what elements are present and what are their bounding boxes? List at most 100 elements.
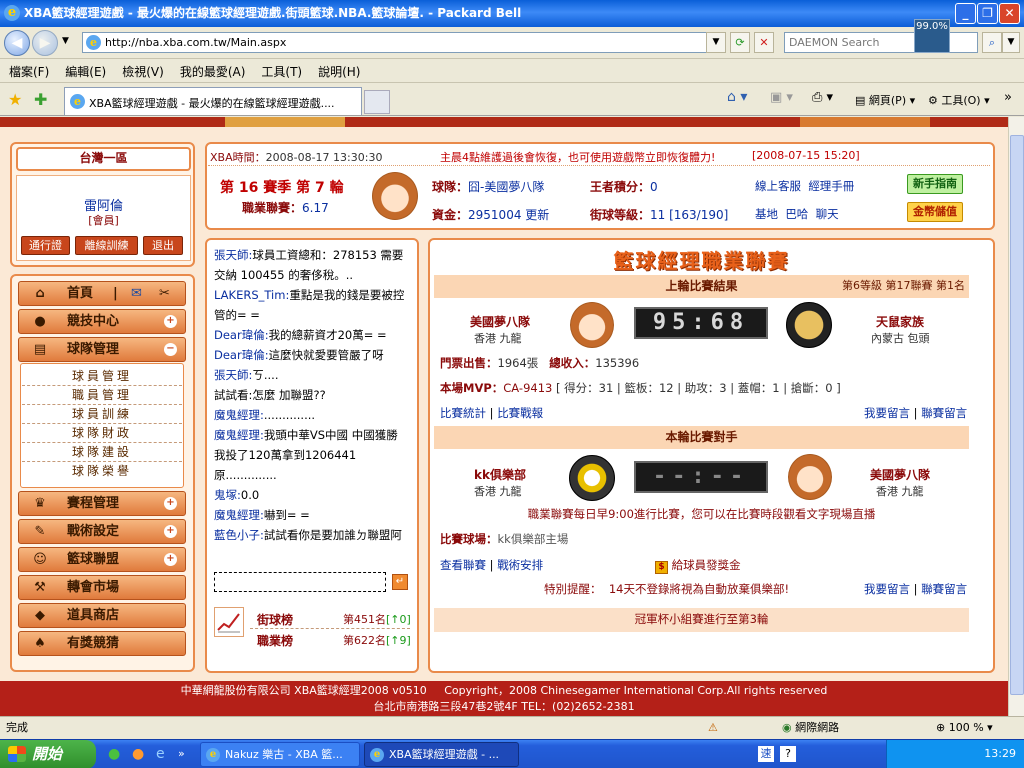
- chat-author[interactable]: 魔鬼經理:: [214, 508, 264, 522]
- nav-transfer[interactable]: ⚒ 轉會市場: [18, 575, 186, 600]
- chat-author[interactable]: 張天師:: [214, 248, 252, 262]
- leave-message-link[interactable]: 我要留言: [864, 406, 910, 420]
- sub-team-build[interactable]: 球隊建設: [22, 443, 182, 462]
- more-icon[interactable]: »: [1004, 90, 1012, 105]
- sub-staff-manage[interactable]: 職員管理: [22, 386, 182, 405]
- print-icon[interactable]: ⎙ ▾: [812, 90, 833, 105]
- menu-help[interactable]: 說明(H): [309, 59, 367, 80]
- refresh-link[interactable]: 更新: [525, 208, 549, 222]
- menu-tools[interactable]: 工具(T): [252, 59, 309, 80]
- minimize-button[interactable]: _: [955, 3, 976, 24]
- match-stats-link[interactable]: 比賽統計: [440, 406, 486, 420]
- nav-league[interactable]: ☺ 籃球聯盟 +: [18, 547, 186, 572]
- away-team[interactable]: 天鼠家族: [876, 313, 924, 330]
- firefox-icon[interactable]: ●: [132, 746, 144, 762]
- logout-button[interactable]: 退出: [143, 236, 183, 255]
- base-link[interactable]: 基地: [755, 207, 778, 221]
- taskbar-item-xba[interactable]: e XBA籃球經理遊戲 - ...: [364, 742, 519, 767]
- sub-team-finance[interactable]: 球隊財政: [22, 424, 182, 443]
- menu-favorites[interactable]: 我的最愛(A): [171, 59, 253, 80]
- help-icon[interactable]: ?: [780, 746, 796, 762]
- chat-author[interactable]: LAKERS_Tim:: [214, 288, 289, 302]
- nav-tactics[interactable]: ✎ 戰術設定 +: [18, 519, 186, 544]
- quicklaunch-icon[interactable]: ●: [108, 746, 120, 762]
- bahamut-link[interactable]: 巴哈: [785, 207, 808, 221]
- view-league-link[interactable]: 查看聯賽: [440, 558, 486, 572]
- add-favorite-icon[interactable]: ✚: [34, 90, 47, 109]
- chat-input[interactable]: [214, 572, 386, 592]
- nav-competition[interactable]: ● 競技中心 +: [18, 309, 186, 334]
- more-quicklaunch-icon[interactable]: »: [178, 747, 185, 760]
- menu-view[interactable]: 檢視(V): [113, 59, 171, 80]
- chat-author[interactable]: 鬼塚:: [214, 488, 241, 502]
- chat-send-icon[interactable]: ↵: [392, 574, 408, 590]
- offline-training-button[interactable]: 離線訓練: [75, 236, 138, 255]
- ie-quicklaunch-icon[interactable]: e: [156, 746, 165, 762]
- page-scrollbar[interactable]: [1008, 117, 1024, 716]
- zoom-control[interactable]: ⊕ 100 % ▾: [936, 717, 993, 739]
- coin-topup-button[interactable]: 金幣儲值: [907, 202, 963, 222]
- tools-menu-button[interactable]: ⚙ 工具(O) ▾: [928, 92, 990, 108]
- chat-author[interactable]: 藍色小子:: [214, 528, 264, 542]
- tactics-link[interactable]: 戰術安排: [497, 558, 543, 572]
- next-away-team[interactable]: 美國夢八隊: [870, 466, 930, 483]
- match-report-link[interactable]: 比賽戰報: [497, 406, 543, 420]
- chat-author[interactable]: 張天師:: [214, 368, 252, 382]
- league-message-link[interactable]: 聯賽留言: [921, 406, 967, 420]
- next-home-team[interactable]: kk俱樂部: [474, 466, 526, 483]
- menu-edit[interactable]: 編輯(E): [56, 59, 113, 80]
- taskbar-item-nakuz[interactable]: e Nakuz 樂古 - XBA 籃...: [200, 742, 360, 767]
- tools-icon[interactable]: ✂: [159, 282, 170, 305]
- street-rank-label[interactable]: 街球榜: [257, 611, 293, 628]
- page-menu-button[interactable]: ▤ 網頁(P) ▾: [855, 92, 915, 108]
- cup-progress[interactable]: 冠軍杯小組賽進行至第3輪: [434, 608, 969, 632]
- address-input[interactable]: e http://nba.xba.com.tw/Main.aspx: [82, 32, 722, 53]
- nav-home[interactable]: ⌂ 首頁 | ✉ ✂: [18, 281, 186, 306]
- home-icon[interactable]: ⌂ ▾: [727, 89, 747, 105]
- search-icon[interactable]: ⌕: [982, 32, 1002, 53]
- nav-prize[interactable]: ♠ 有獎競猜: [18, 631, 186, 656]
- nav-schedule[interactable]: ♛ 賽程管理 +: [18, 491, 186, 516]
- nav-shop[interactable]: ◆ 道具商店: [18, 603, 186, 628]
- league-message-link-2[interactable]: 聯賽留言: [921, 582, 967, 596]
- mail-icon[interactable]: ✉: [131, 282, 142, 305]
- start-button[interactable]: 開始: [0, 740, 96, 768]
- sub-team-honor[interactable]: 球隊榮譽: [22, 462, 182, 481]
- history-dropdown-icon[interactable]: ▼: [62, 36, 69, 46]
- sub-player-manage[interactable]: 球員管理: [22, 367, 182, 386]
- restore-button[interactable]: ❐: [977, 3, 998, 24]
- chat-author[interactable]: Dear瑋倫:: [214, 348, 269, 362]
- new-tab-button[interactable]: [364, 90, 390, 114]
- chat-author[interactable]: 魔鬼經理:: [214, 408, 264, 422]
- address-dropdown-icon[interactable]: ▼: [706, 32, 726, 53]
- chat-link[interactable]: 聊天: [816, 207, 839, 221]
- nav-team[interactable]: ▤ 球隊管理 −: [18, 337, 186, 362]
- forward-button[interactable]: ▶: [32, 30, 58, 56]
- leave-message-link-2[interactable]: 我要留言: [864, 582, 910, 596]
- refresh-icon[interactable]: ⟳: [730, 32, 750, 53]
- manual-link[interactable]: 經理手冊: [808, 179, 854, 193]
- passport-button[interactable]: 通行證: [21, 236, 70, 255]
- support-link[interactable]: 線上客服: [755, 179, 801, 193]
- close-button[interactable]: ✕: [999, 3, 1020, 24]
- scroll-thumb[interactable]: [1010, 135, 1024, 695]
- feeds-icon[interactable]: ▣ ▾: [770, 90, 793, 105]
- favorites-star-icon[interactable]: ★: [8, 90, 22, 109]
- career-rank-label[interactable]: 職業榜: [257, 632, 293, 649]
- home-team[interactable]: 美國夢八隊: [470, 313, 530, 330]
- chat-author[interactable]: Dear瑋倫:: [214, 328, 269, 342]
- stop-icon[interactable]: ✕: [754, 32, 774, 53]
- bonus-link[interactable]: $ 給球員發獎金: [655, 557, 741, 574]
- chat-author[interactable]: 魔鬼經理:: [214, 428, 264, 442]
- clock[interactable]: 13:29: [984, 747, 1016, 760]
- search-options-icon[interactable]: ▼: [1002, 32, 1020, 53]
- ime-icon[interactable]: 速: [758, 746, 774, 762]
- sub-player-training[interactable]: 球員訓練: [22, 405, 182, 424]
- popup-blocker-icon[interactable]: ⚠: [708, 717, 718, 739]
- beginner-guide-button[interactable]: 新手指南: [907, 174, 963, 194]
- menu-file[interactable]: 檔案(F): [0, 59, 56, 80]
- back-button[interactable]: ◀: [4, 30, 30, 56]
- tab-active[interactable]: e XBA籃球經理遊戲 - 最火爆的在線籃球經理遊戲....: [64, 87, 362, 115]
- manager-avatar[interactable]: [372, 172, 418, 220]
- notice-marquee[interactable]: 主晨4點維護過後會恢復，也可使用遊戲幣立即恢復體力!: [440, 149, 750, 165]
